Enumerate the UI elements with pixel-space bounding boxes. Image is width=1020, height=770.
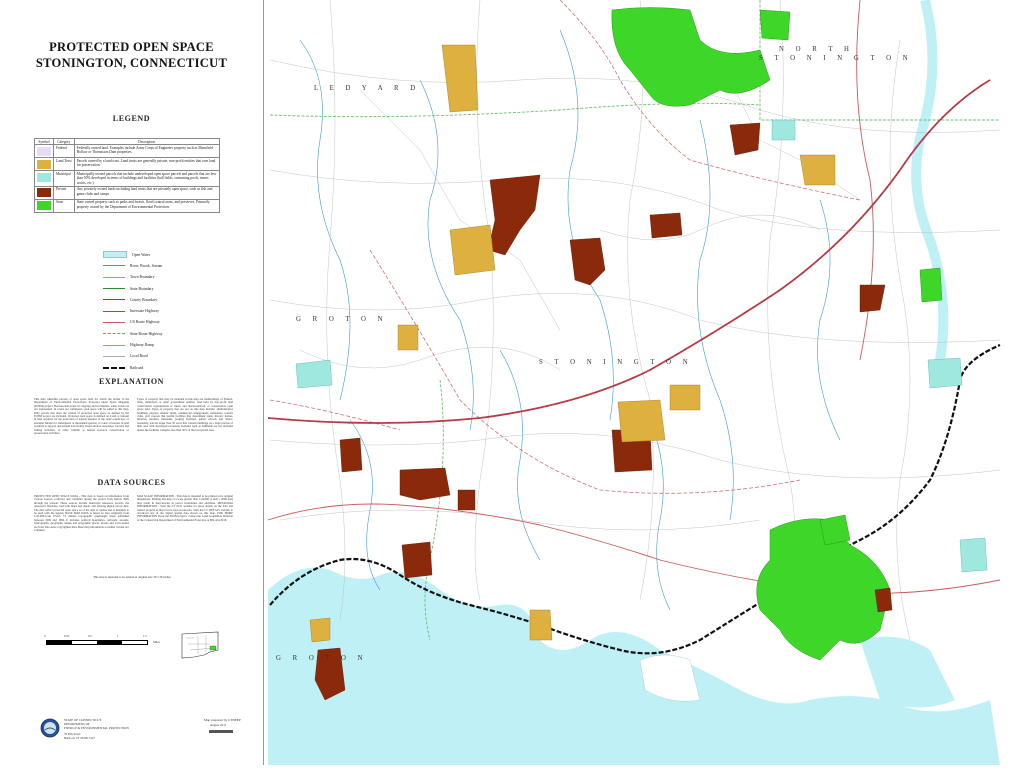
scale-bar xyxy=(46,640,148,645)
legend-open-water: Open Water xyxy=(103,249,162,260)
agency-dept-full: ENERGY & ENVIRONMENTAL PROTECTION xyxy=(64,726,129,730)
legend-town-boundary: Town Boundary xyxy=(103,272,162,283)
legend-description: State owned property such as parks and f… xyxy=(73,198,220,213)
agency-city: Hartford, CT 06106-5127 xyxy=(64,736,95,740)
legend-description: Municipally-owned parcels that include u… xyxy=(73,170,220,187)
legend-panel: PROTECTED OPEN SPACE STONINGTON, CONNECT… xyxy=(0,0,264,765)
credit-logo-bar xyxy=(209,730,233,733)
explanation-col1: This map identifies parcels of open spac… xyxy=(34,397,129,436)
legend-river: River, Brook, Stream xyxy=(103,260,162,271)
town-label-groton-mid: G R O T O N xyxy=(296,316,388,323)
legend-state-boundary: State Boundary xyxy=(103,283,162,294)
deep-seal-logo xyxy=(40,718,60,738)
town-label-north-stonington-2: S T O N I N G T O N xyxy=(759,55,913,62)
town-label-north-stonington-1: N O R T H xyxy=(779,46,854,53)
scale-label: 1.5 xyxy=(143,634,147,638)
legend-county-boundary: County Boundary xyxy=(103,294,162,305)
legend-category: State xyxy=(53,198,75,213)
legend-us-route: US Route Highway xyxy=(103,317,162,328)
legend-heading: LEGEND xyxy=(112,114,151,123)
data-sources-col2: MAP SCALE INFORMATION - This map is inte… xyxy=(137,494,233,522)
legend-ramp: Highway Ramp xyxy=(103,339,162,350)
map-canvas xyxy=(264,0,1020,765)
explanation-col2: Types of property that may be included i… xyxy=(137,397,233,432)
legend-state-route: State Route Highway xyxy=(103,328,162,339)
print-disclaimer: This map is intended to be printed at or… xyxy=(93,575,171,579)
legend-description: Federally owned land. Examples include A… xyxy=(73,144,220,159)
town-label-ledyard: L E D Y A R D xyxy=(314,85,421,92)
scale-label: 1 xyxy=(117,634,119,638)
legend-category: Land Trust xyxy=(53,157,75,172)
scale-label: 0.25 xyxy=(64,634,70,638)
map-credit: Map prepared by CTDEEP xyxy=(204,718,241,722)
map-frame: N O R T H S T O N I N G T O N L E D Y A … xyxy=(264,0,1020,765)
map-title-line2: STONINGTON, CONNECTICUT xyxy=(35,56,228,70)
scale-label: 0 xyxy=(44,634,46,638)
scale-unit: Miles xyxy=(153,640,160,644)
line-legend: Open Water River, Brook, Stream Town Bou… xyxy=(103,249,162,373)
legend-railroad: Railroad xyxy=(103,362,162,373)
map-date: August 2011 xyxy=(210,723,227,727)
legend-category: Private xyxy=(53,185,75,200)
state-swatch xyxy=(37,201,51,211)
town-label-stonington: S T O N I N G T O N xyxy=(539,359,693,366)
data-sources-heading: DATA SOURCES xyxy=(97,478,166,487)
map-title-line1: PROTECTED OPEN SPACE xyxy=(49,40,214,54)
legend-interstate: Interstate Highway xyxy=(103,305,162,316)
legend-description: Any privately owned lands including land… xyxy=(73,185,220,200)
explanation-heading: EXPLANATION xyxy=(98,377,165,386)
legend-table: Symbol Category Description Federal Fede… xyxy=(34,137,220,213)
private-swatch xyxy=(37,188,51,198)
state-locator-map xyxy=(181,631,219,659)
legend-local-road: Local Road xyxy=(103,351,162,362)
legend-category: Municipal xyxy=(53,170,75,187)
federal-swatch xyxy=(37,146,51,156)
legend-description: Parcels owned by a land trust. Land trus… xyxy=(73,157,220,172)
legend-category: Federal xyxy=(53,144,75,159)
land-trust-swatch xyxy=(37,159,51,169)
scale-label: 0.5 xyxy=(88,634,92,638)
municipal-swatch xyxy=(37,172,51,182)
town-label-groton-south: G R O T O N xyxy=(276,655,368,662)
data-sources-col1: PROTECTED OPEN SPACE DATA - This map is … xyxy=(34,494,129,533)
